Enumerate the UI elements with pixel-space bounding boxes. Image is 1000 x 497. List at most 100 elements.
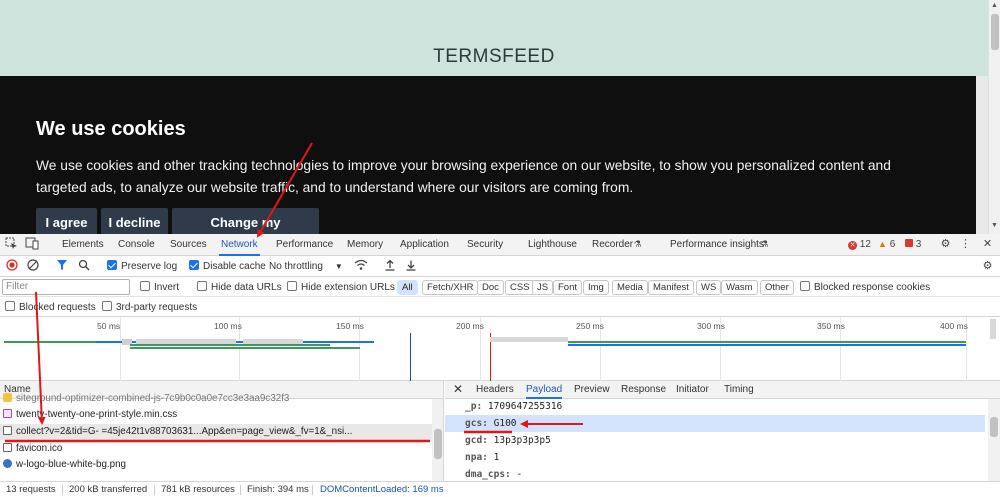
list-item[interactable]: w-logo-blue-white-bg.png bbox=[0, 457, 432, 473]
scroll-up-icon[interactable]: ▲ bbox=[991, 2, 998, 9]
tab-performance[interactable]: Performance bbox=[274, 234, 335, 256]
tab-application[interactable]: Application bbox=[398, 234, 451, 256]
scroll-down-icon[interactable]: ▼ bbox=[991, 222, 998, 229]
blocked-response-cookies-checkbox[interactable]: Blocked response cookies bbox=[800, 280, 930, 295]
dropdown-arrow-icon: ▼ bbox=[334, 262, 343, 271]
checkbox-icon[interactable] bbox=[287, 281, 297, 291]
stylesheet-icon bbox=[3, 409, 12, 418]
finish-time: Finish: 394 ms bbox=[247, 484, 309, 495]
tab-security[interactable]: Security bbox=[465, 234, 505, 256]
third-party-requests-checkbox[interactable]: 3rd-party requests bbox=[102, 300, 197, 315]
type-filter-js[interactable]: JS bbox=[532, 280, 554, 295]
list-item[interactable]: collect?v=2&tid=G- =45je42t1v88703631...… bbox=[0, 424, 432, 440]
checkbox-checked-icon[interactable] bbox=[189, 260, 199, 270]
type-filter-font[interactable]: Font bbox=[553, 280, 583, 295]
invert-checkbox[interactable]: Invert bbox=[140, 280, 179, 295]
import-har-icon[interactable] bbox=[382, 259, 397, 274]
scroll-thumb[interactable] bbox=[990, 417, 998, 437]
warning-count[interactable]: ▲ 6 bbox=[878, 237, 895, 252]
script-icon bbox=[3, 393, 12, 402]
filter-funnel-icon[interactable] bbox=[54, 259, 69, 274]
throttling-select[interactable]: No throttling ▼ bbox=[269, 259, 343, 274]
preserve-log-checkbox[interactable]: Preserve log bbox=[107, 259, 177, 274]
type-filter-ws[interactable]: WS bbox=[696, 280, 722, 295]
settings-gear-icon[interactable]: ⚙ bbox=[938, 237, 953, 252]
tab-preview[interactable]: Preview bbox=[574, 381, 610, 399]
tab-console[interactable]: Console bbox=[116, 234, 157, 256]
hide-extension-urls-checkbox[interactable]: Hide extension URLs bbox=[287, 280, 395, 295]
type-filter-other[interactable]: Other bbox=[760, 280, 794, 295]
timeline-bar bbox=[136, 339, 236, 344]
checkbox-icon[interactable] bbox=[102, 301, 112, 311]
tab-payload[interactable]: Payload bbox=[526, 381, 563, 399]
site-header: TERMSFEED bbox=[0, 0, 988, 76]
checkbox-icon[interactable] bbox=[197, 281, 207, 291]
list-item[interactable]: twenty-twenty-one-print-style.min.css bbox=[0, 407, 432, 423]
type-filter-media[interactable]: Media bbox=[612, 280, 648, 295]
tab-network[interactable]: Network bbox=[219, 234, 260, 256]
checkbox-icon[interactable] bbox=[800, 281, 810, 291]
details-scrollbar[interactable] bbox=[988, 399, 1000, 481]
disable-cache-checkbox[interactable]: Disable cache bbox=[189, 259, 266, 274]
site-gutter bbox=[976, 76, 988, 234]
network-overview-timeline[interactable]: 50 ms 100 ms 150 ms 200 ms 250 ms 300 ms… bbox=[0, 317, 1000, 381]
close-devtools-icon[interactable]: ✕ bbox=[980, 237, 995, 252]
payload-row[interactable]: gcs: G100 bbox=[445, 415, 985, 432]
checkbox-checked-icon[interactable] bbox=[107, 260, 117, 270]
type-filter-css[interactable]: CSS bbox=[505, 280, 535, 295]
devtools-tabbar: Elements Console Sources Network Perform… bbox=[0, 234, 1000, 256]
timeline-tick: 250 ms bbox=[576, 321, 604, 331]
search-icon[interactable] bbox=[76, 259, 91, 274]
network-settings-gear-icon[interactable]: ⚙ bbox=[980, 259, 995, 274]
tab-initiator[interactable]: Initiator bbox=[676, 381, 709, 399]
type-filter-all[interactable]: All bbox=[397, 280, 418, 295]
checkbox-icon[interactable] bbox=[5, 301, 15, 311]
tab-sources[interactable]: Sources bbox=[168, 234, 209, 256]
request-list-scrollbar[interactable] bbox=[432, 399, 443, 481]
tab-recorder[interactable]: Recorder bbox=[590, 234, 635, 256]
issues-count-value: 3 bbox=[915, 239, 922, 250]
type-filter-wasm[interactable]: Wasm bbox=[721, 280, 758, 295]
tab-performance-insights[interactable]: Performance insights bbox=[668, 234, 766, 256]
details-tabbar: ✕ Headers Payload Preview Response Initi… bbox=[445, 381, 1000, 399]
export-har-icon[interactable] bbox=[403, 259, 418, 274]
timeline-scroll[interactable] bbox=[990, 319, 996, 339]
tab-lighthouse[interactable]: Lighthouse bbox=[526, 234, 579, 256]
agree-button[interactable]: I agree bbox=[36, 208, 97, 234]
filter-bar: Filter Invert Hide data URLs Hide extens… bbox=[0, 277, 1000, 297]
issues-count[interactable]: 3 bbox=[905, 237, 921, 252]
scroll-thumb[interactable] bbox=[991, 14, 999, 50]
decline-button[interactable]: I decline bbox=[101, 208, 168, 234]
tab-elements[interactable]: Elements bbox=[60, 234, 106, 256]
more-options-icon[interactable]: ⋮ bbox=[958, 237, 973, 252]
type-filter-img[interactable]: Img bbox=[583, 280, 609, 295]
warning-icon: ▲ bbox=[878, 239, 887, 249]
error-count[interactable]: ✕ 12 bbox=[848, 237, 871, 252]
inspect-element-icon[interactable] bbox=[4, 237, 19, 252]
clear-log-icon[interactable] bbox=[25, 259, 40, 274]
checkbox-icon[interactable] bbox=[140, 281, 150, 291]
list-item[interactable]: siteground-optimizer-combined-js-7c9b0c0… bbox=[0, 391, 432, 407]
tab-headers[interactable]: Headers bbox=[476, 381, 514, 399]
hide-data-urls-checkbox[interactable]: Hide data URLs bbox=[197, 280, 282, 295]
type-filter-doc[interactable]: Doc bbox=[477, 280, 504, 295]
payload-key: dma_cps: bbox=[465, 469, 511, 480]
list-item[interactable]: favicon.ico bbox=[0, 441, 432, 457]
site-title[interactable]: TERMSFEED bbox=[0, 46, 988, 68]
transferred-size: 200 kB transferred bbox=[69, 484, 148, 495]
page-scrollbar[interactable]: ▲ ▼ bbox=[988, 0, 1000, 234]
wifi-conditions-icon[interactable] bbox=[353, 259, 368, 274]
close-details-icon[interactable]: ✕ bbox=[453, 381, 463, 399]
change-preferences-button[interactable]: Change my preferences bbox=[172, 208, 319, 234]
filter-input[interactable]: Filter bbox=[2, 279, 130, 295]
scroll-thumb[interactable] bbox=[434, 429, 442, 459]
device-toolbar-icon[interactable] bbox=[24, 237, 39, 252]
type-filter-manifest[interactable]: Manifest bbox=[648, 280, 694, 295]
tab-memory[interactable]: Memory bbox=[345, 234, 385, 256]
tab-response[interactable]: Response bbox=[621, 381, 666, 399]
blocked-requests-checkbox[interactable]: Blocked requests bbox=[5, 300, 96, 315]
tab-timing[interactable]: Timing bbox=[724, 381, 754, 399]
type-filter-fetch-xhr[interactable]: Fetch/XHR bbox=[422, 280, 479, 295]
record-icon[interactable] bbox=[4, 259, 19, 274]
timeline-tick: 50 ms bbox=[97, 321, 121, 331]
